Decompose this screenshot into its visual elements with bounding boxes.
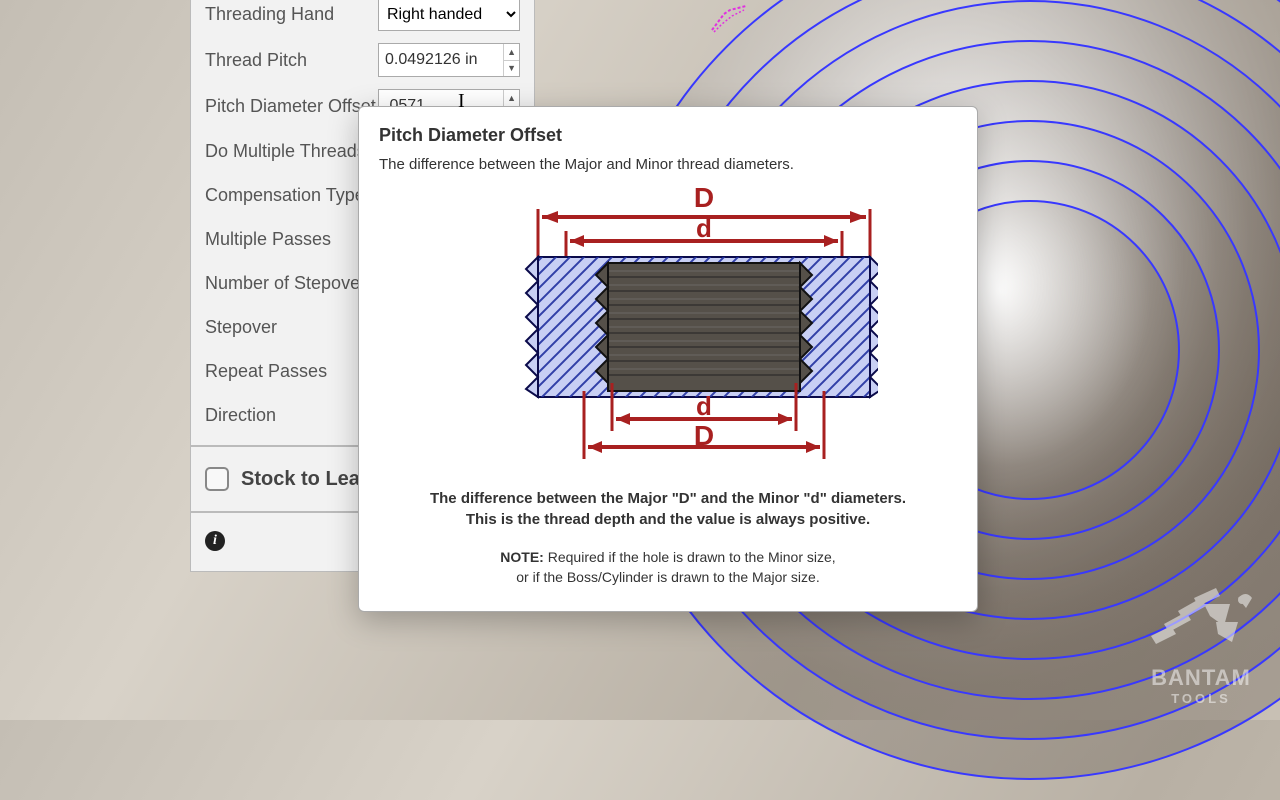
- row-threading-hand: Threading Hand Right handed: [191, 0, 534, 37]
- svg-text:d: d: [696, 391, 712, 421]
- svg-text:d: d: [696, 213, 712, 243]
- toolpath-highlight: [710, 4, 750, 34]
- label-thread-pitch: Thread Pitch: [205, 50, 378, 71]
- watermark-line2: TOOLS: [1146, 691, 1256, 706]
- tooltip-pitch-diameter-offset: Pitch Diameter Offset The difference bet…: [358, 106, 978, 612]
- label-threading-hand: Threading Hand: [205, 4, 378, 25]
- info-icon[interactable]: i: [205, 531, 225, 551]
- tooltip-note: NOTE: Required if the hole is drawn to t…: [419, 548, 917, 587]
- watermark-line1: BANTAM: [1146, 665, 1256, 691]
- spinner-down-icon[interactable]: ▼: [504, 61, 519, 77]
- svg-text:D: D: [694, 420, 714, 451]
- stock-checkbox[interactable]: [205, 467, 229, 491]
- spinner-up-icon[interactable]: ▲: [504, 44, 519, 61]
- threading-hand-select[interactable]: Right handed: [378, 0, 520, 31]
- watermark-bantam-tools: BANTAM TOOLS: [1146, 586, 1256, 706]
- tooltip-caption: The difference between the Major "D" and…: [419, 488, 917, 530]
- svg-text:D: D: [694, 187, 714, 213]
- row-thread-pitch: Thread Pitch ▲ ▼: [191, 37, 534, 83]
- tooltip-desc: The difference between the Major and Min…: [379, 156, 957, 173]
- tooltip-title: Pitch Diameter Offset: [379, 125, 957, 146]
- label-pitch-offset: Pitch Diameter Offset: [205, 96, 378, 117]
- bantam-logo-icon: [1146, 586, 1256, 656]
- tooltip-diagram: D d: [458, 187, 878, 472]
- spinner-up-icon[interactable]: ▲: [504, 90, 519, 107]
- thread-pitch-input[interactable]: ▲ ▼: [378, 43, 520, 77]
